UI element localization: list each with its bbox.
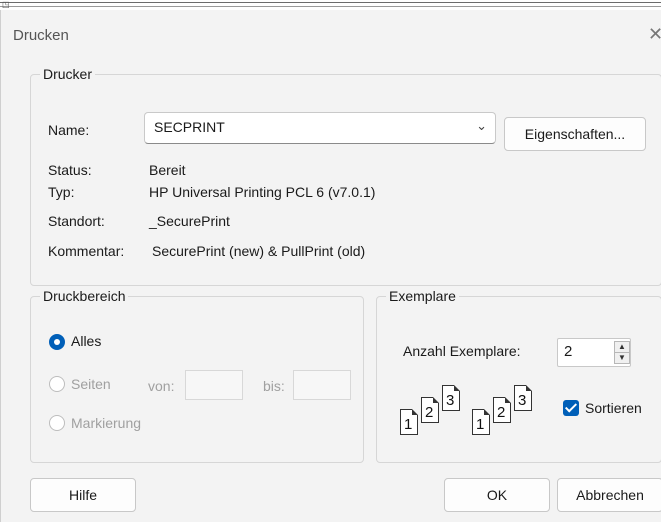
- collate-checkbox[interactable]: [563, 400, 579, 416]
- radio-pages-label: Seiten: [71, 376, 111, 392]
- print-dialog: Drucken ✕ Drucker Name: SECPRINT ⌄ Eigen…: [0, 10, 661, 522]
- status-value: Bereit: [149, 162, 186, 178]
- stepper-buttons: ▲ ▼: [614, 341, 630, 364]
- copies-count-label: Anzahl Exemplare:: [403, 343, 521, 359]
- help-button[interactable]: Hilfe: [30, 478, 136, 512]
- collate-label: Sortieren: [585, 400, 642, 416]
- comment-value: SecurePrint (new) & PullPrint (old): [152, 243, 366, 259]
- from-label: von:: [148, 378, 175, 394]
- from-input[interactable]: [185, 370, 243, 400]
- radio-pages[interactable]: [49, 376, 65, 392]
- corner-icon: ◳: [2, 0, 10, 9]
- location-value: _SecurePrint: [149, 213, 230, 229]
- screen-top-edge: ◳: [0, 0, 661, 10]
- page-number: 3: [446, 392, 455, 409]
- radio-all[interactable]: [49, 334, 65, 350]
- page-number: 1: [404, 416, 413, 433]
- collate-page-2b: 2: [493, 397, 511, 423]
- close-icon[interactable]: ✕: [648, 24, 661, 45]
- dialog-title: Drucken: [13, 27, 69, 44]
- type-label: Typ:: [48, 184, 75, 200]
- copies-group-title: Exemplare: [386, 288, 459, 304]
- properties-button[interactable]: Eigenschaften...: [504, 117, 646, 151]
- page-number: 3: [518, 392, 527, 409]
- to-input[interactable]: [293, 370, 351, 400]
- cancel-button[interactable]: Abbrechen: [557, 478, 661, 512]
- ok-button[interactable]: OK: [444, 478, 550, 512]
- name-label: Name:: [48, 122, 90, 138]
- chevron-down-icon: ⌄: [476, 118, 487, 133]
- page-number: 1: [476, 416, 485, 433]
- copies-group: Exemplare: [376, 288, 661, 463]
- collate-page-1a: 1: [400, 409, 418, 435]
- printer-name-select[interactable]: SECPRINT ⌄: [144, 112, 496, 144]
- radio-all-label: Alles: [71, 333, 102, 349]
- status-label: Status:: [48, 162, 92, 178]
- stepper-down-button[interactable]: ▼: [614, 352, 630, 364]
- copies-count-stepper[interactable]: 2 ▲ ▼: [557, 338, 631, 367]
- top-rule-1: [0, 2, 661, 3]
- help-button-label: Hilfe: [68, 487, 97, 503]
- type-value: HP Universal Printing PCL 6 (v7.0.1): [149, 184, 376, 200]
- to-label: bis:: [263, 378, 285, 394]
- radio-selection[interactable]: [49, 415, 65, 431]
- collate-page-3a: 3: [442, 385, 460, 411]
- cancel-button-label: Abbrechen: [576, 487, 644, 503]
- radio-selection-label: Markierung: [71, 415, 142, 431]
- page-number: 2: [425, 404, 434, 421]
- page-number: 2: [497, 404, 506, 421]
- collate-page-1b: 1: [472, 409, 490, 435]
- printer-group-title: Drucker: [40, 66, 96, 82]
- comment-label: Kommentar:: [48, 243, 125, 259]
- printer-name-value: SECPRINT: [154, 119, 225, 135]
- collate-page-2a: 2: [421, 397, 439, 423]
- print-range-title: Druckbereich: [40, 288, 129, 304]
- ok-button-label: OK: [486, 487, 508, 503]
- top-rule-2: [0, 6, 661, 7]
- collate-page-3b: 3: [514, 385, 532, 411]
- properties-button-label: Eigenschaften...: [524, 126, 626, 142]
- location-label: Standort:: [48, 213, 105, 229]
- copies-count-value: 2: [564, 343, 573, 360]
